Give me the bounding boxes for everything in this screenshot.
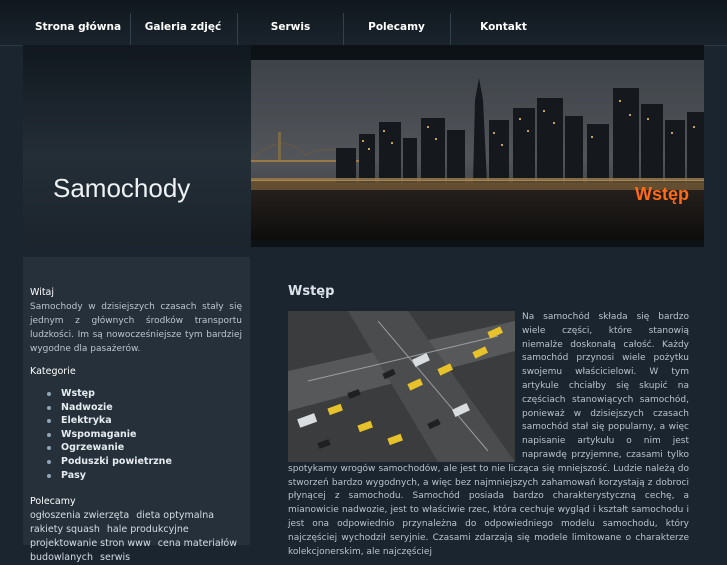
recommended-link[interactable]: rakiety squash [30,524,100,535]
categories-heading: Kategorie [30,366,76,377]
recommended-link[interactable]: dieta optymalna [136,510,214,521]
recommended-links: ogłoszenia zwierzęta dieta optymalna rak… [30,509,242,565]
category-link-electrics[interactable]: Elektryka [47,414,172,428]
header-banner: Samochody Wstęp [23,45,704,247]
city-skyline-image [251,60,704,240]
welcome-text: Samochody w dzisiejszych czasach stały s… [30,302,242,354]
nav-item-home[interactable]: Strona główna [26,13,130,45]
top-navigation: Strona główna Galeria zdjęć Serwis Polec… [0,0,727,46]
recommended-link[interactable]: hale produkcyjne [107,524,189,535]
recommended-link[interactable]: projektowanie stron www [30,538,151,549]
welcome-heading: Witaj [30,287,55,298]
nav-item-recommended[interactable]: Polecamy [344,13,449,45]
article-title: Wstęp [288,284,335,299]
category-link-airbags[interactable]: Poduszki powietrzne [47,455,172,469]
nav-item-gallery[interactable]: Galeria zdjęć [131,13,235,45]
nav-item-contact[interactable]: Kontakt [451,13,556,45]
nav-item-service[interactable]: Serwis [238,13,343,45]
category-link-power-steering[interactable]: Wspomaganie [47,428,172,442]
header-section-tag: Wstęp [635,184,689,204]
category-link-intro[interactable]: Wstęp [47,387,172,401]
article-body: Na samochód składa się bardzo wiele częś… [288,311,689,559]
categories-list: Wstęp Nadwozie Elektryka Wspomaganie Ogr… [47,387,172,482]
category-link-heating[interactable]: Ogrzewanie [47,441,172,455]
category-link-belts[interactable]: Pasy [47,469,172,483]
recommended-link[interactable]: serwis [100,552,130,563]
recommended-heading: Polecamy [30,496,76,507]
category-link-body[interactable]: Nadwozie [47,401,172,415]
image-spacer [288,311,522,460]
header-title-panel: Samochody [23,45,251,247]
recommended-link[interactable]: ogłoszenia zwierzęta [30,510,129,521]
site-title: Samochody [53,173,191,203]
sidebar: Witaj Samochody w dzisiejszych czasach s… [23,257,250,563]
